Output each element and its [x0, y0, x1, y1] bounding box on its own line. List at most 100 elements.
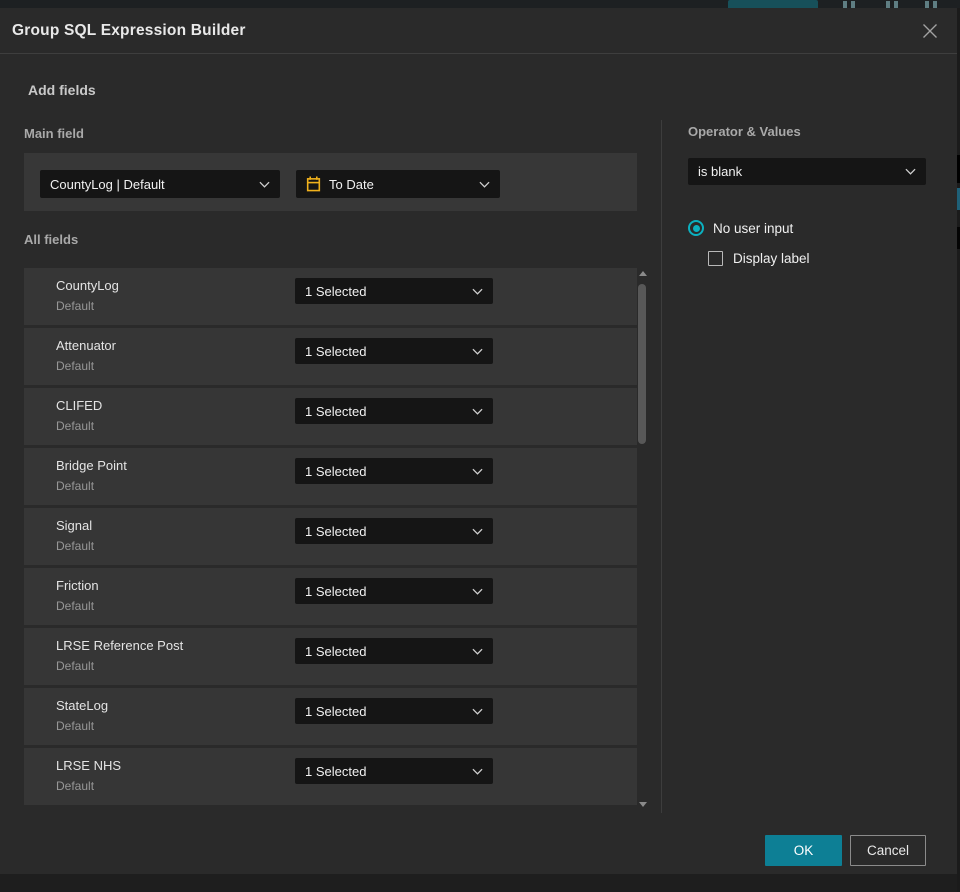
field-row: LRSE NHS Default 1 Selected — [24, 748, 637, 805]
ok-button[interactable]: OK — [765, 835, 842, 866]
field-row: Bridge Point Default 1 Selected — [24, 448, 637, 505]
chevron-down-icon — [472, 768, 483, 775]
main-field-panel: CountyLog | Default To Date — [24, 153, 637, 211]
list-scrollbar[interactable] — [637, 266, 649, 813]
scrollbar-thumb[interactable] — [638, 284, 646, 444]
field-name: CountyLog — [56, 278, 119, 293]
pause-bar-icon — [886, 1, 890, 8]
chevron-down-icon — [472, 648, 483, 655]
field-subtitle: Default — [56, 299, 95, 313]
field-name: LRSE NHS — [56, 758, 122, 773]
field-row: StateLog Default 1 Selected — [24, 688, 637, 745]
radio-button-icon[interactable] — [688, 220, 704, 236]
field-subtitle: Default — [56, 539, 95, 553]
field-selection-dropdown[interactable]: 1 Selected — [295, 278, 493, 304]
field-subtitle: Default — [56, 719, 95, 733]
pause-bar-icon — [933, 1, 937, 8]
dialog-title: Group SQL Expression Builder — [12, 21, 246, 39]
field-subtitle: Default — [56, 359, 95, 373]
field-row: Friction Default 1 Selected — [24, 568, 637, 625]
field-name: Attenuator — [56, 338, 116, 353]
chevron-down-icon — [472, 348, 483, 355]
chevron-down-icon — [259, 181, 270, 188]
field-name: StateLog — [56, 698, 109, 713]
field-subtitle: Default — [56, 599, 95, 613]
close-icon[interactable] — [919, 20, 941, 42]
pause-bar-icon — [851, 1, 855, 8]
field-selection-dropdown[interactable]: 1 Selected — [295, 338, 493, 364]
field-type-dropdown[interactable]: To Date — [296, 170, 500, 198]
field-row-text: Bridge Point Default — [56, 457, 127, 493]
background-app-bottom-strip — [0, 874, 957, 892]
group-sql-expression-builder-dialog: Group SQL Expression Builder Add fields … — [0, 8, 957, 874]
panel-divider — [661, 120, 662, 813]
field-row-text: LRSE NHS Default — [56, 757, 121, 793]
operator-values-label: Operator & Values — [688, 124, 801, 139]
field-row-text: Friction Default — [56, 577, 99, 613]
main-field-label: Main field — [24, 126, 84, 141]
pause-bar-icon — [843, 1, 847, 8]
main-field-dropdown-value: CountyLog | Default — [50, 176, 165, 192]
field-selection-dropdown-value: 1 Selected — [305, 523, 367, 539]
field-row-text: Signal Default — [56, 517, 94, 553]
operator-dropdown[interactable]: is blank — [688, 158, 926, 185]
field-row-text: CountyLog Default — [56, 277, 119, 313]
field-subtitle: Default — [56, 479, 95, 493]
field-selection-dropdown[interactable]: 1 Selected — [295, 458, 493, 484]
chevron-down-icon — [472, 528, 483, 535]
field-name: Friction — [56, 578, 99, 593]
field-name: Signal — [56, 518, 93, 533]
pause-bar-icon — [894, 1, 898, 8]
add-fields-heading: Add fields — [28, 82, 96, 98]
no-user-input-label: No user input — [713, 220, 794, 236]
chevron-down-icon — [472, 588, 483, 595]
chevron-down-icon — [472, 468, 483, 475]
chevron-down-icon — [472, 408, 483, 415]
operator-dropdown-value: is blank — [698, 164, 743, 179]
pause-bar-icon — [925, 1, 929, 8]
all-fields-label: All fields — [24, 232, 79, 247]
field-name: LRSE Reference Post — [56, 638, 184, 653]
background-app-top-strip: Live view — [0, 0, 960, 8]
field-subtitle: Default — [56, 659, 95, 673]
chevron-down-icon — [472, 288, 483, 295]
main-field-dropdown[interactable]: CountyLog | Default — [40, 170, 280, 198]
field-selection-dropdown-value: 1 Selected — [305, 643, 367, 659]
field-type-dropdown-value: To Date — [329, 176, 374, 192]
field-selection-dropdown[interactable]: 1 Selected — [295, 638, 493, 664]
field-selection-dropdown[interactable]: 1 Selected — [295, 578, 493, 604]
checkbox-icon[interactable] — [708, 251, 723, 266]
scrollbar-up-arrow-icon[interactable] — [639, 271, 647, 276]
chevron-down-icon — [472, 708, 483, 715]
display-label-text: Display label — [733, 251, 810, 266]
calendar-icon — [306, 176, 321, 192]
field-row-text: CLIFED Default — [56, 397, 102, 433]
field-selection-dropdown-value: 1 Selected — [305, 403, 367, 419]
field-row: CountyLog Default 1 Selected — [24, 268, 637, 325]
field-row-text: LRSE Reference Post Default — [56, 637, 183, 673]
scrollbar-down-arrow-icon[interactable] — [639, 802, 647, 807]
field-row-text: Attenuator Default — [56, 337, 116, 373]
field-row: LRSE Reference Post Default 1 Selected — [24, 628, 637, 685]
field-row: Signal Default 1 Selected — [24, 508, 637, 565]
field-selection-dropdown-value: 1 Selected — [305, 463, 367, 479]
field-subtitle: Default — [56, 779, 95, 793]
field-selection-dropdown-value: 1 Selected — [305, 763, 367, 779]
all-fields-list: CountyLog Default 1 Selected Attenuator … — [24, 268, 637, 805]
field-selection-dropdown-value: 1 Selected — [305, 583, 367, 599]
field-selection-dropdown[interactable]: 1 Selected — [295, 518, 493, 544]
dialog-header: Group SQL Expression Builder — [0, 8, 957, 53]
field-selection-dropdown[interactable]: 1 Selected — [295, 398, 493, 424]
live-view-button: Live view — [728, 0, 818, 8]
chevron-down-icon — [905, 168, 916, 175]
field-row: CLIFED Default 1 Selected — [24, 388, 637, 445]
field-selection-dropdown[interactable]: 1 Selected — [295, 698, 493, 724]
cancel-button[interactable]: Cancel — [850, 835, 926, 866]
display-label-checkbox[interactable]: Display label — [708, 251, 810, 266]
field-selection-dropdown[interactable]: 1 Selected — [295, 758, 493, 784]
no-user-input-radio[interactable]: No user input — [688, 220, 793, 236]
field-name: CLIFED — [56, 398, 103, 413]
field-selection-dropdown-value: 1 Selected — [305, 343, 367, 359]
header-divider — [0, 53, 957, 54]
field-selection-dropdown-value: 1 Selected — [305, 703, 367, 719]
